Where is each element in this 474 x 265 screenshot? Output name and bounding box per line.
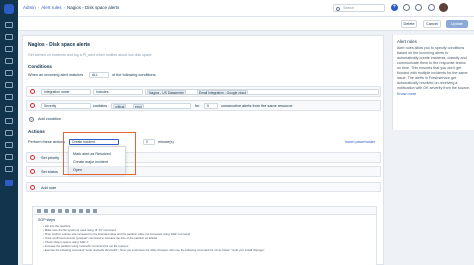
match-prefix: When an incoming alert matches (28, 73, 84, 77)
bold-icon[interactable] (51, 209, 55, 213)
problems-icon[interactable] (5, 46, 13, 52)
action-row-label: Set status (41, 170, 58, 174)
breadcrumb-alert-rules[interactable]: Alert rules (41, 5, 61, 10)
rule-name[interactable]: Nagios - Disk space alerts (28, 42, 90, 48)
redo-icon[interactable] (44, 209, 48, 213)
breadcrumb-current: Nagios - Disk space alerts (67, 5, 120, 10)
insert-placeholder-link[interactable]: Insert placeholder (345, 140, 375, 144)
chat-icon[interactable] (403, 4, 410, 11)
new-plus-icon[interactable]: + (391, 4, 398, 11)
remove-condition-icon[interactable] (30, 89, 35, 94)
for-label: for (195, 104, 200, 108)
remove-action-icon[interactable] (30, 185, 35, 190)
condition-field-select[interactable]: Integration name (41, 89, 91, 95)
condition-row-1: Integration name Includes Nagios - US Da… (26, 86, 381, 97)
analytics-icon[interactable] (5, 142, 13, 148)
action-row-label: Set priority (41, 156, 60, 160)
help-body: Alert rules allow you to specify conditi… (397, 46, 470, 90)
wait-input[interactable]: 0 (143, 139, 155, 145)
cancel-button[interactable]: Cancel (423, 20, 441, 28)
remove-condition-icon[interactable] (30, 103, 35, 108)
perform-label: Perform these actions (28, 140, 65, 144)
changes-icon[interactable] (5, 58, 13, 64)
reports-icon[interactable] (5, 130, 13, 136)
tickets-icon[interactable] (5, 34, 13, 40)
condition-operator: contains (93, 104, 108, 108)
table-icon[interactable] (93, 209, 97, 213)
admin-icon[interactable] (5, 180, 13, 186)
chip-error[interactable]: error (133, 103, 144, 109)
chip-critical[interactable]: critical (113, 103, 127, 109)
breadcrumb: Admin › Alert rules › Nagios - Disk space al… (23, 5, 120, 10)
top-bar: Admin › Alert rules › Nagios - Disk space al… (18, 0, 474, 17)
action-row-3: Add note (26, 182, 381, 192)
delete-button[interactable]: Delete (401, 20, 417, 28)
solutions-icon[interactable] (5, 118, 13, 124)
wait-unit: minute(s) (158, 140, 174, 144)
conditions-heading: Conditions (28, 64, 52, 69)
projects-icon[interactable] (5, 154, 13, 160)
chip-integration-2[interactable]: Email Integration - Google cloud (197, 89, 249, 95)
actions-heading: Actions (28, 129, 45, 134)
chip-integration-1[interactable]: Nagios - US Datacentre (147, 89, 186, 95)
editor-line: SOP steps (38, 218, 56, 222)
breadcrumb-admin[interactable]: Admin (23, 5, 36, 10)
remove-action-icon[interactable] (30, 169, 35, 174)
link-icon[interactable] (72, 209, 76, 213)
underline-icon[interactable] (65, 209, 69, 213)
match-select[interactable]: ALL (89, 72, 109, 78)
search-icon (336, 6, 340, 11)
update-button[interactable]: Update (446, 20, 468, 28)
rule-description[interactable]: Get alerted on incidents and log a PI_al… (28, 53, 152, 57)
condition-row-2: Severity contains critical error for 5 c… (26, 100, 381, 111)
app-logo (4, 4, 14, 14)
list-icon[interactable] (79, 209, 83, 213)
note-editor[interactable]: SOP steps • ssh into the machine • Make … (32, 206, 377, 265)
condition-field-select[interactable]: Severity (41, 103, 91, 109)
add-condition-icon[interactable]: + (29, 117, 34, 122)
edit-icon[interactable]: ✎ (85, 42, 88, 47)
consecutive-suffix: consecutive alerts from the same resourc… (221, 104, 293, 108)
editor-line: • Execute the following command "sudo re… (43, 248, 265, 252)
image-icon[interactable] (86, 209, 90, 213)
highlight-box (63, 132, 136, 175)
undo-icon[interactable] (37, 209, 41, 213)
condition-operator-select[interactable]: Includes (93, 89, 143, 95)
dashboard-icon[interactable] (5, 22, 13, 28)
releases-icon[interactable] (5, 70, 13, 76)
match-suffix: of the following conditions (112, 73, 156, 77)
editor-toolbar (33, 207, 376, 215)
contracts-icon[interactable] (5, 166, 13, 172)
search-placeholder: Search (343, 6, 355, 10)
remove-action-icon[interactable] (30, 155, 35, 160)
sidebar (0, 0, 18, 265)
page-header: Delete Cancel Update (18, 17, 474, 31)
apps-icon[interactable] (415, 4, 422, 11)
avatar[interactable] (439, 3, 448, 12)
help-title: Alert rules (397, 39, 417, 44)
italic-icon[interactable] (58, 209, 62, 213)
know-more-link[interactable]: Know more (397, 92, 470, 96)
search-input[interactable]: Search (333, 4, 385, 12)
help-panel: Alert rules Alert rules allow you to spe… (392, 35, 474, 130)
add-condition-link[interactable]: Add condition (38, 117, 61, 121)
consecutive-count-input[interactable]: 5 (204, 103, 218, 109)
assets-icon[interactable] (5, 82, 13, 88)
notifications-icon[interactable] (428, 4, 435, 11)
add-note-label: Add note (41, 185, 57, 190)
alerts-icon[interactable] (5, 94, 13, 100)
on-call-icon[interactable] (5, 106, 13, 112)
